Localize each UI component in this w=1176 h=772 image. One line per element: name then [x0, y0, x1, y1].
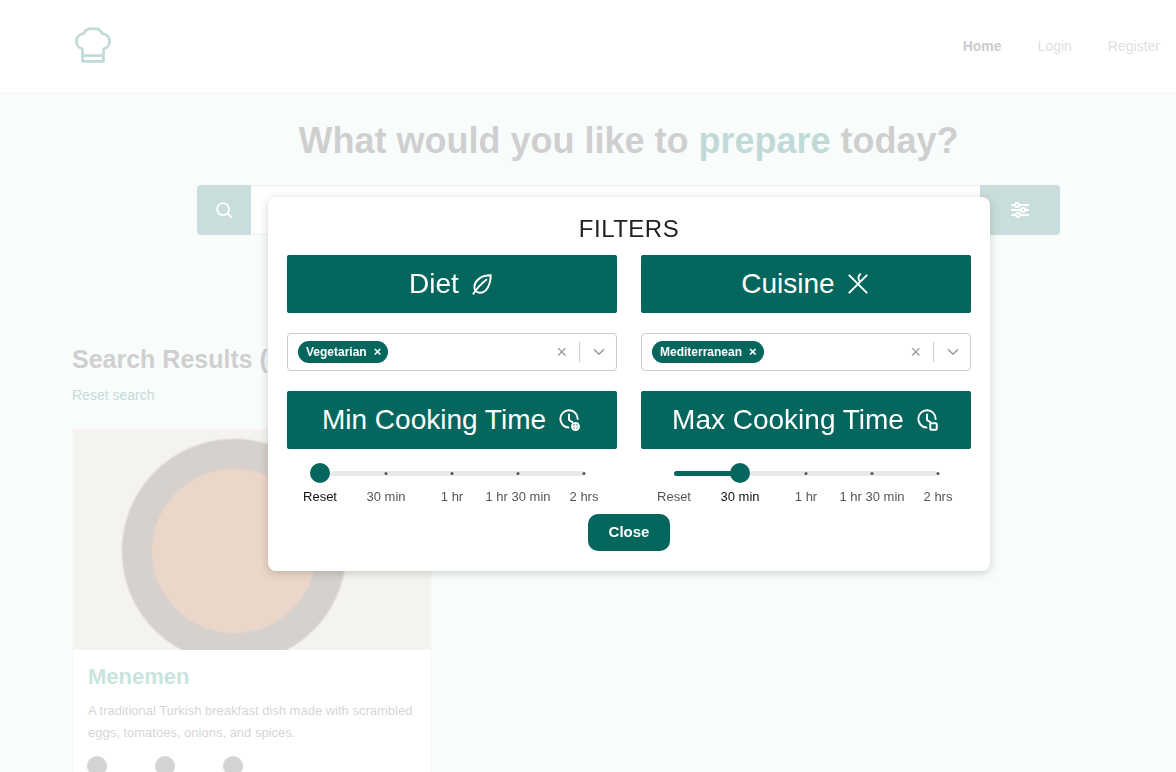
- clear-button[interactable]: ×: [550, 343, 573, 361]
- filter-panel: Min Cooking Time Reset30 min1 hr1 hr 30 m…: [287, 391, 617, 507]
- slider-tick: [805, 472, 808, 475]
- filters-title: FILTERS: [287, 215, 971, 243]
- slider-track-area: [674, 463, 938, 483]
- slider-tick: [937, 472, 940, 475]
- slider-label[interactable]: 1 hr 30 min: [839, 487, 905, 507]
- slider-label[interactable]: 2 hrs: [905, 487, 971, 507]
- slider-tick: [451, 472, 454, 475]
- slider-label[interactable]: Reset: [287, 487, 353, 507]
- time-slider: Reset30 min1 hr1 hr 30 min2 hrs: [641, 449, 971, 507]
- slider-labels: Reset30 min1 hr1 hr 30 min2 hrs: [641, 487, 971, 507]
- filter-header: Diet: [287, 255, 617, 313]
- selected-tags: Mediterranean ×: [652, 341, 898, 363]
- slider-label[interactable]: 1 hr: [419, 487, 485, 507]
- time-slider: Reset30 min1 hr1 hr 30 min2 hrs: [287, 449, 617, 507]
- slider-label[interactable]: 2 hrs: [551, 487, 617, 507]
- separator: [579, 342, 580, 362]
- separator: [933, 342, 934, 362]
- slider-handle[interactable]: [730, 463, 750, 483]
- slider-track[interactable]: [320, 471, 584, 476]
- selected-tag: Vegetarian ×: [298, 341, 388, 363]
- filter-header: Cuisine: [641, 255, 971, 313]
- chevron-down-icon: [944, 343, 962, 361]
- tag-text: Mediterranean: [660, 345, 742, 359]
- clock-icon: [556, 407, 582, 433]
- cutlery-icon: [845, 271, 871, 297]
- filter-header: Max Cooking Time: [641, 391, 971, 449]
- filter-label: Diet: [409, 263, 459, 305]
- filter-panel: Max Cooking Time Reset30 min1 hr1 hr 30 m…: [641, 391, 971, 507]
- filter-label: Cuisine: [741, 263, 834, 305]
- slider-track-area: [320, 463, 584, 483]
- multi-select[interactable]: Vegetarian × ×: [287, 333, 617, 371]
- filters-grid: Diet Vegetarian × × Cuisine Mediterranean × × Mi…: [287, 255, 971, 507]
- filter-header: Min Cooking Time: [287, 391, 617, 449]
- slider-tick: [583, 472, 586, 475]
- tag-remove-button[interactable]: ×: [749, 345, 757, 359]
- filter-panel: Diet Vegetarian × ×: [287, 255, 617, 371]
- filter-label: Max Cooking Time: [672, 399, 904, 441]
- slider-label[interactable]: 1 hr: [773, 487, 839, 507]
- close-button[interactable]: Close: [588, 514, 671, 551]
- tag-remove-button[interactable]: ×: [374, 345, 382, 359]
- close-row: Close: [287, 514, 971, 551]
- slider-label[interactable]: 1 hr 30 min: [485, 487, 551, 507]
- selected-tag: Mediterranean ×: [652, 341, 764, 363]
- slider-labels: Reset30 min1 hr1 hr 30 min2 hrs: [287, 487, 617, 507]
- slider-label[interactable]: 30 min: [707, 487, 773, 507]
- tag-text: Vegetarian: [306, 345, 367, 359]
- multi-select[interactable]: Mediterranean × ×: [641, 333, 971, 371]
- leaf-icon: [469, 271, 495, 297]
- slider-label[interactable]: Reset: [641, 487, 707, 507]
- chevron-down-icon: [590, 343, 608, 361]
- slider-tick: [517, 472, 520, 475]
- slider-handle[interactable]: [310, 463, 330, 483]
- filter-label: Min Cooking Time: [322, 399, 546, 441]
- filter-panel: Cuisine Mediterranean × ×: [641, 255, 971, 371]
- clock-icon: [914, 407, 940, 433]
- filters-modal: FILTERS Diet Vegetarian × × Cuisine Mediterran…: [268, 197, 990, 571]
- clear-button[interactable]: ×: [904, 343, 927, 361]
- slider-track[interactable]: [674, 471, 938, 476]
- slider-label[interactable]: 30 min: [353, 487, 419, 507]
- slider-tick: [871, 472, 874, 475]
- slider-tick: [385, 472, 388, 475]
- selected-tags: Vegetarian ×: [298, 341, 544, 363]
